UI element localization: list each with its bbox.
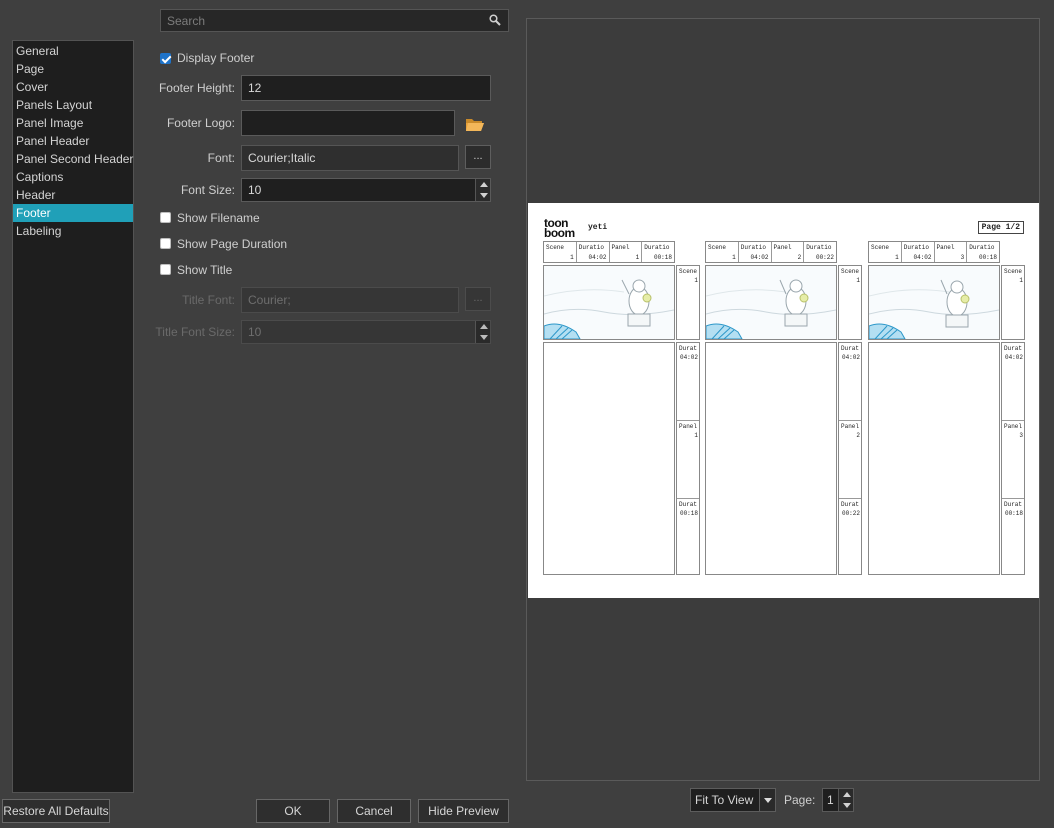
panel-header-row: Scene 1 Duratio 04:02 Panel 2 Duratio 00:22 <box>705 241 837 263</box>
sidebar: General Page Cover Panels Layout Panel I… <box>12 40 134 793</box>
panel-side-stack: Durat 04:02 Panel 2 Durat 00:22 <box>838 342 862 575</box>
fit-to-view-label: Fit To View <box>695 793 754 807</box>
sidebar-item-panel-image[interactable]: Panel Image <box>13 114 133 132</box>
page-indicator: Page 1/2 <box>977 221 1024 234</box>
sidebar-item-general[interactable]: General <box>13 42 133 60</box>
font-label: Font: <box>207 151 235 165</box>
scene-side-cell: Scene 1 <box>676 265 700 340</box>
font-size-field[interactable]: 10 <box>241 178 491 202</box>
title-font-field: Courier; <box>241 287 459 313</box>
font-size-stepper[interactable] <box>475 179 490 201</box>
search-icon <box>489 14 501 26</box>
restore-all-defaults-button[interactable]: Restore All Defaults <box>2 799 110 823</box>
show-page-duration-label: Show Page Duration <box>177 237 288 251</box>
page-down-arrow-icon[interactable] <box>839 800 854 811</box>
sidebar-item-captions[interactable]: Captions <box>13 168 133 186</box>
search-box[interactable] <box>160 9 509 32</box>
panel-caption-box <box>543 342 675 575</box>
scene-side-cell: Scene 1 <box>1001 265 1025 340</box>
sidebar-item-panels-layout[interactable]: Panels Layout <box>13 96 133 114</box>
panel-column-2: Scene 1 Duratio 04:02 Panel 2 Duratio 00:22 <box>705 241 862 576</box>
cancel-button[interactable]: Cancel <box>337 799 411 823</box>
sidebar-item-footer[interactable]: Footer <box>13 204 133 222</box>
sidebar-item-panel-second-header[interactable]: Panel Second Header <box>13 150 133 168</box>
toonboom-logo: toon boom <box>544 216 575 240</box>
sidebar-item-header[interactable]: Header <box>13 186 133 204</box>
panel-header-row: Scene 1 Duratio 04:02 Panel 3 Duratio 00:18 <box>868 241 1000 263</box>
hide-preview-button[interactable]: Hide Preview <box>418 799 509 823</box>
fit-to-view-select[interactable]: Fit To View <box>690 788 776 812</box>
title-font-label: Title Font: <box>182 293 235 307</box>
display-footer-label: Display Footer <box>177 51 255 65</box>
font-browse-button[interactable]: ... <box>465 145 491 169</box>
title-font-size-up-arrow-icon <box>476 321 491 332</box>
panel-side-stack: Durat 04:02 Panel 3 Durat 00:18 <box>1001 342 1025 575</box>
panel-caption-box <box>868 342 1000 575</box>
footer-logo-field[interactable] <box>241 110 455 136</box>
panel-column-1: Scene 1 Duratio 04:02 Panel 1 Duratio 00:18 <box>543 241 700 576</box>
title-font-size-field: 10 <box>241 320 491 344</box>
show-title-checkbox[interactable] <box>160 264 171 275</box>
show-filename-label: Show Filename <box>177 211 260 225</box>
project-name: yeti <box>588 223 608 232</box>
panel-side-stack: Durat 04:02 Panel 1 Durat 00:18 <box>676 342 700 575</box>
panel-image <box>705 265 837 340</box>
footer-height-label: Footer Height: <box>158 81 235 95</box>
display-footer-checkbox[interactable] <box>160 53 171 64</box>
font-field[interactable]: Courier;Italic <box>241 145 459 171</box>
font-size-down-arrow-icon[interactable] <box>476 190 491 201</box>
title-font-browse-button: ... <box>465 287 491 311</box>
folder-open-icon[interactable] <box>465 116 485 132</box>
title-font-size-down-arrow-icon <box>476 332 491 343</box>
preview-area: toon boom yeti Page 1/2 Scene 1 Duratio 04… <box>526 18 1040 781</box>
sidebar-item-panel-header[interactable]: Panel Header <box>13 132 133 150</box>
font-size-label: Font Size: <box>180 183 235 197</box>
sidebar-item-page[interactable]: Page <box>13 60 133 78</box>
font-size-up-arrow-icon[interactable] <box>476 179 491 190</box>
sidebar-item-cover[interactable]: Cover <box>13 78 133 96</box>
show-page-duration-checkbox[interactable] <box>160 238 171 249</box>
show-title-label: Show Title <box>177 263 233 277</box>
show-filename-checkbox[interactable] <box>160 212 171 223</box>
panel-caption-box <box>705 342 837 575</box>
page-up-arrow-icon[interactable] <box>839 789 854 800</box>
page-stepper[interactable] <box>838 789 853 811</box>
panel-column-3: Scene 1 Duratio 04:02 Panel 3 Duratio 00:18 <box>868 241 1025 576</box>
title-font-size-label: Title Font Size: <box>155 325 235 339</box>
page-label: Page: <box>784 793 816 807</box>
sidebar-item-labeling[interactable]: Labeling <box>13 222 133 240</box>
search-input[interactable] <box>161 10 481 31</box>
panel-image <box>543 265 675 340</box>
title-font-size-stepper <box>475 321 490 343</box>
footer-logo-label: Footer Logo: <box>166 116 235 130</box>
panel-image <box>868 265 1000 340</box>
footer-height-field[interactable]: 12 <box>241 75 491 101</box>
panel-header-row: Scene 1 Duratio 04:02 Panel 1 Duratio 00:18 <box>543 241 675 263</box>
scene-side-cell: Scene 1 <box>838 265 862 340</box>
chevron-down-icon[interactable] <box>759 789 775 811</box>
ok-button[interactable]: OK <box>256 799 330 823</box>
preview-page: toon boom yeti Page 1/2 Scene 1 Duratio 04… <box>528 203 1039 598</box>
